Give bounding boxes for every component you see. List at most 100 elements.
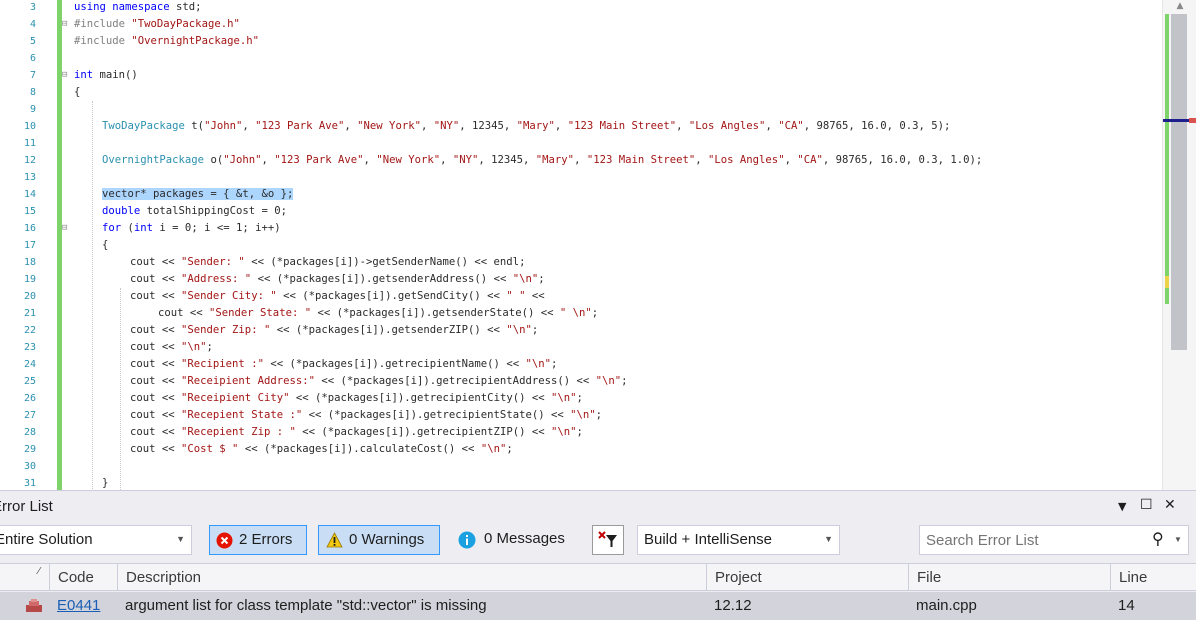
column-header-file[interactable]: File <box>908 564 1110 591</box>
code-line[interactable]: cout << "Recipient :" << (*packages[i]).… <box>66 356 1156 373</box>
table-row[interactable]: E0441 argument list for class template "… <box>0 592 1196 620</box>
code-token: , 12345, <box>478 154 536 166</box>
code-line[interactable]: cout << "Recepient Zip : " << (*packages… <box>66 424 1156 441</box>
scope-dropdown[interactable]: Entire Solution ▼ <box>0 525 192 555</box>
code-token: "New York" <box>357 120 421 132</box>
code-line[interactable]: TwoDayPackage t("John", "123 Park Ave" , … <box>66 118 1156 135</box>
code-token: ; <box>550 358 558 370</box>
messages-filter-button[interactable]: 0 Messages <box>456 525 576 555</box>
code-token: cout << <box>130 341 182 353</box>
code-line[interactable] <box>66 169 1156 186</box>
code-line[interactable]: cout << "Address: " << (*packages[i]).ge… <box>66 271 1156 288</box>
code-line[interactable]: double totalShippingCost = 0; <box>66 203 1156 220</box>
code-line[interactable]: cout << "\n"; <box>66 339 1156 356</box>
code-line[interactable]: cout << "Sender City: " << (*packages[i]… <box>66 288 1156 305</box>
code-area[interactable]: using namespace std; #include "TwoDayPack… <box>66 0 1156 490</box>
code-fold-toggle-icon[interactable]: ⊟ <box>62 71 70 80</box>
error-description: argument list for class template "std::v… <box>125 597 487 614</box>
error-grid-header: ⁄ Code Description Project File Line <box>0 563 1196 591</box>
line-number: 7 <box>29 70 36 81</box>
warnings-filter-button[interactable]: 0 Warnings <box>318 525 440 555</box>
code-editor[interactable]: 3 4 5 6 7 8 9 10 11 12 13 14 15 16 17 18 19 20 21 22 23 24 25 2… <box>0 0 1196 490</box>
code-token: OvernightPackage <box>102 154 205 166</box>
code-line[interactable]: for (int i = 0; i <= 1; i++) <box>66 220 1156 237</box>
table-row-partial[interactable] <box>0 620 1196 628</box>
line-number: 21 <box>23 308 36 319</box>
code-token: "Cost $ " <box>181 443 239 455</box>
search-icon[interactable]: ⚲ <box>1152 529 1164 549</box>
code-fold-toggle-icon[interactable]: ⊟ <box>62 224 70 233</box>
code-token: << <box>525 290 545 302</box>
column-header-code[interactable]: Code <box>49 564 117 591</box>
scrollbar-thumb[interactable] <box>1171 14 1187 350</box>
code-line[interactable] <box>66 135 1156 152</box>
code-line[interactable] <box>66 458 1156 475</box>
code-token: "\n" <box>570 409 596 421</box>
code-token: "Los Angles" <box>708 154 785 166</box>
code-token: ; <box>576 392 583 404</box>
code-token: , <box>261 154 275 166</box>
code-line[interactable]: OvernightPackage o("John", "123 Park Ave… <box>66 152 1156 169</box>
filter-toggle-button[interactable] <box>592 525 624 555</box>
editor-vertical-scrollbar[interactable]: ▲ <box>1162 0 1196 490</box>
search-error-list-input[interactable] <box>926 530 1146 550</box>
code-line[interactable]: cout << "Cost $ " << (*packages[i]).calc… <box>66 441 1156 458</box>
code-token: "New York" <box>376 154 441 166</box>
code-token: ; <box>506 443 513 455</box>
code-line[interactable] <box>66 101 1156 118</box>
code-line[interactable]: cout << "Receipient City" << (*packages[… <box>66 390 1156 407</box>
scroll-up-arrow-icon[interactable]: ▲ <box>1171 0 1189 12</box>
code-line[interactable]: { <box>66 84 1156 101</box>
code-token: , <box>440 154 453 166</box>
line-number-gutter: 3 4 5 6 7 8 9 10 11 12 13 14 15 16 17 18 19 20 21 22 23 24 25 2… <box>0 0 56 490</box>
code-token: std; <box>169 1 202 13</box>
code-token: ; <box>538 273 545 285</box>
code-line[interactable]: #include "OvernightPackage.h" <box>66 33 1156 50</box>
indent-guide <box>92 101 93 490</box>
code-token: << (*packages[i]).calculateCost() << <box>238 443 481 455</box>
line-number: 10 <box>23 121 36 132</box>
code-line[interactable]: cout << "Sender Zip: " << (*packages[i])… <box>66 322 1156 339</box>
code-line[interactable]: { <box>66 237 1156 254</box>
line-number: 31 <box>23 478 36 489</box>
code-line[interactable]: cout << "Receipient Address:" << (*packa… <box>66 373 1156 390</box>
code-token: "Recipient :" <box>181 358 264 370</box>
code-token: o( <box>204 154 224 166</box>
build-intellisense-dropdown[interactable]: Build + IntelliSense ▼ <box>637 525 840 555</box>
search-error-list-box[interactable]: ⚲ ▼ <box>919 525 1189 555</box>
code-line[interactable]: vector* packages = { &t, &o }; <box>66 186 1156 203</box>
column-header-line[interactable]: Line <box>1110 564 1196 591</box>
code-line[interactable]: cout << "Sender: " << (*packages[i])->ge… <box>66 254 1156 271</box>
messages-count-label: 0 Messages <box>484 530 565 547</box>
scrollbar-change-marker <box>1165 14 1169 304</box>
line-number: 8 <box>29 87 36 98</box>
column-header-project[interactable]: Project <box>706 564 908 591</box>
column-header-description[interactable]: Description <box>117 564 706 591</box>
errors-count-label: 2 Errors <box>239 531 293 548</box>
code-token: , <box>784 154 798 166</box>
code-token: ; <box>621 375 628 387</box>
code-token: "\n" <box>525 358 551 370</box>
close-icon[interactable]: ✕ <box>1164 497 1176 513</box>
code-token: "Mary" <box>535 154 575 166</box>
code-token: << (*packages[i]).getrecipientName() << <box>263 358 526 370</box>
code-line[interactable]: int main() <box>66 67 1156 84</box>
line-number: 22 <box>23 325 36 336</box>
errors-filter-button[interactable]: 2 Errors <box>209 525 307 555</box>
code-line[interactable]: cout << "Recepient State :" << (*package… <box>66 407 1156 424</box>
window-position-dropdown-icon[interactable]: ▼ <box>1118 500 1126 513</box>
code-line[interactable]: cout << "Sender State: " << (*packages[i… <box>66 305 1156 322</box>
search-options-chevron-icon[interactable]: ▼ <box>1174 535 1182 544</box>
code-line[interactable]: #include "TwoDayPackage.h" <box>66 16 1156 33</box>
code-line[interactable] <box>66 50 1156 67</box>
code-line[interactable]: using namespace std; <box>66 0 1156 16</box>
code-line[interactable]: } <box>66 475 1156 490</box>
maximize-icon[interactable]: ☐ <box>1140 497 1153 513</box>
code-fold-toggle-icon[interactable]: ⊟ <box>62 20 70 29</box>
code-token: cout << <box>130 256 182 268</box>
line-number: 3 <box>29 2 36 13</box>
code-token: cout << <box>130 358 182 370</box>
code-token: "Receipient City" <box>181 392 290 404</box>
filter-clear-icon <box>598 531 617 547</box>
error-code-link[interactable]: E0441 <box>49 592 117 620</box>
